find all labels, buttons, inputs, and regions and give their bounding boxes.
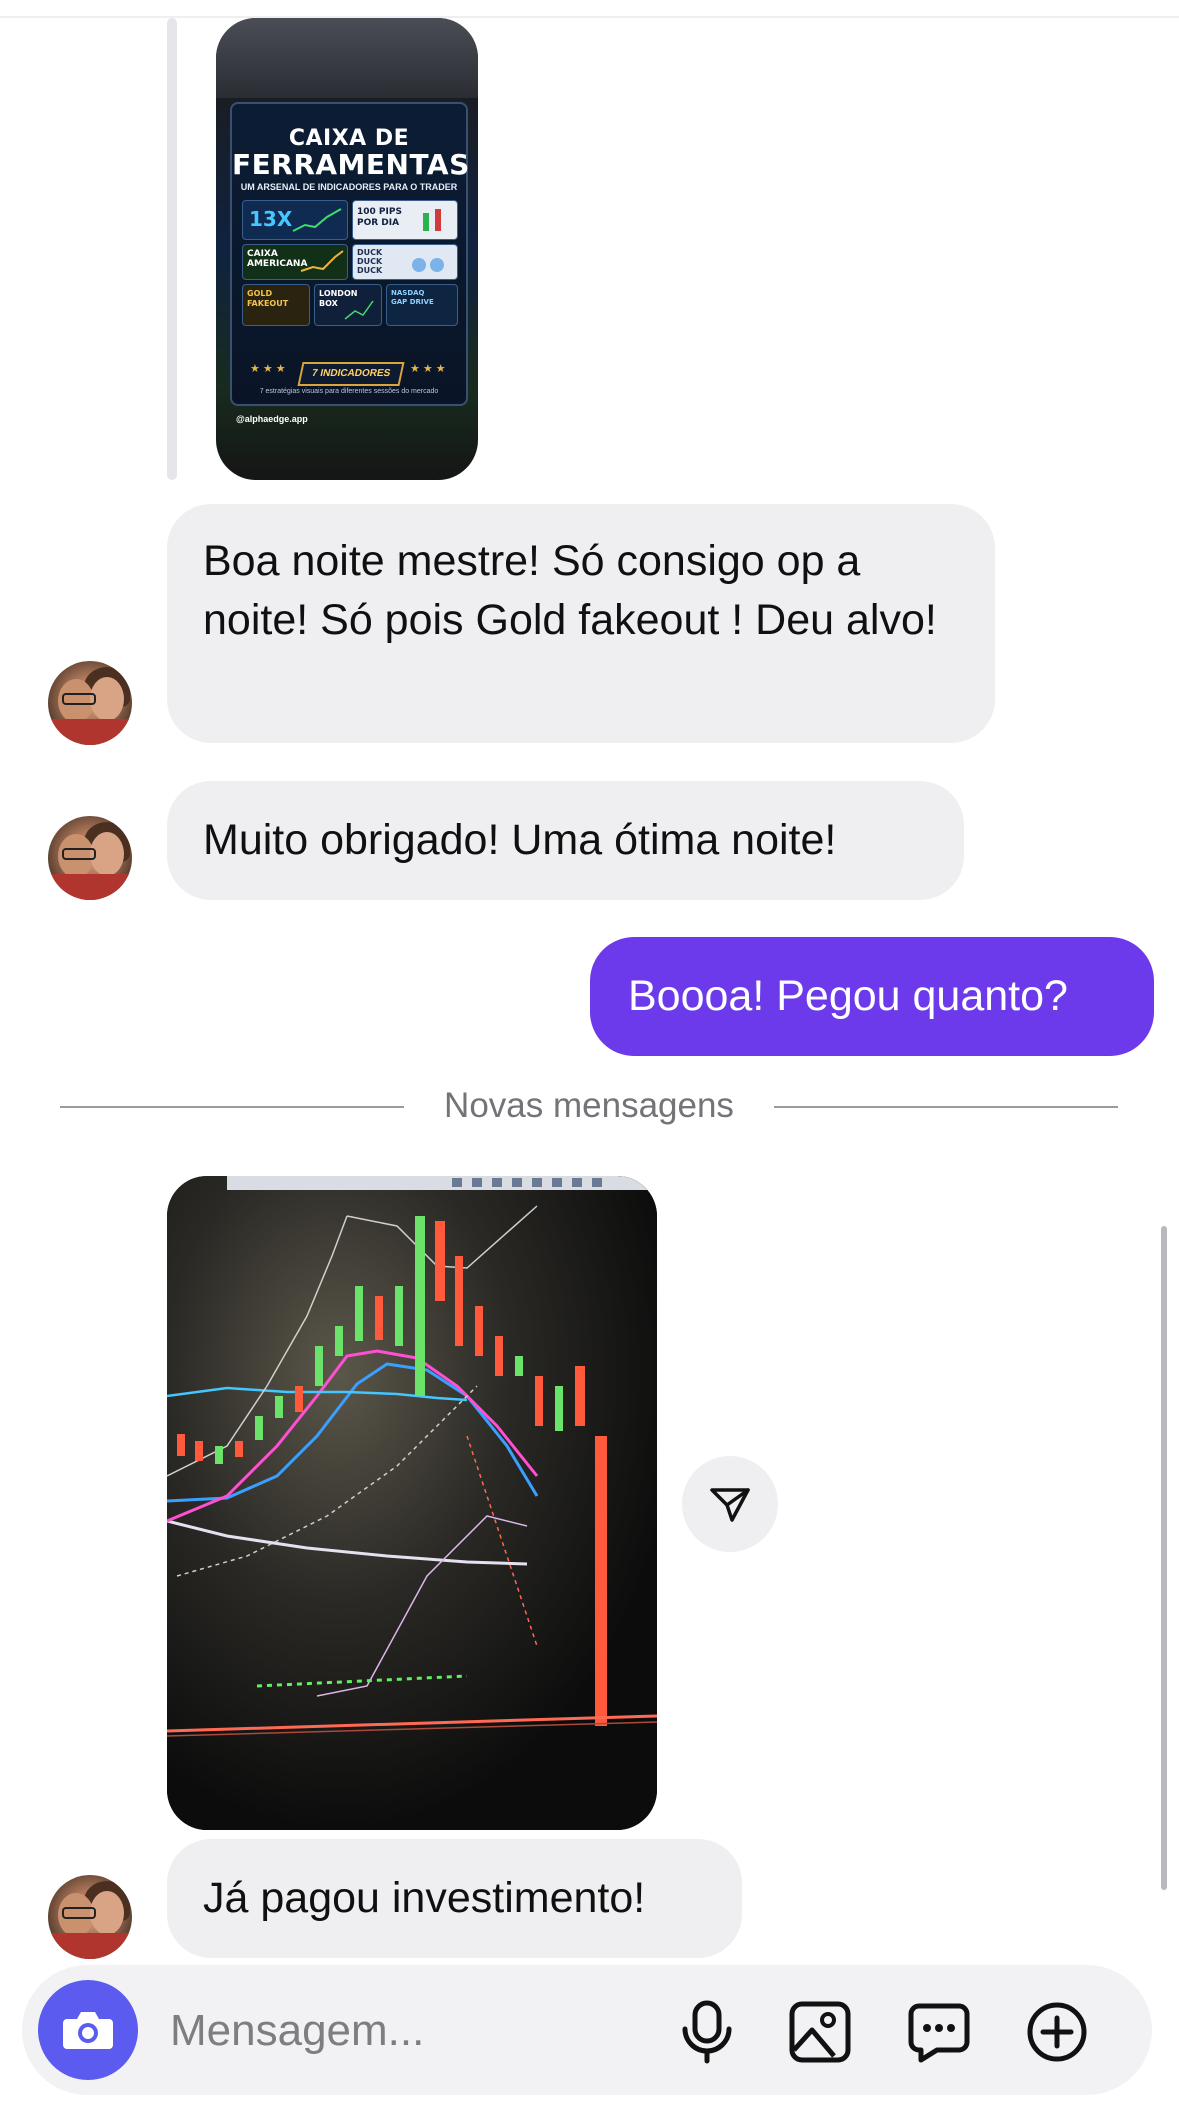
story-title-line2: FERRAMENTAS [232, 148, 470, 181]
stars-right: ★★★ [410, 363, 449, 375]
story-tile-100pips: 100 PIPS POR DIA [352, 200, 458, 240]
story-reply-thumbnail[interactable]: CAIXA DE FERRAMENTAS UM ARSENAL DE INDIC… [216, 18, 478, 480]
story-tile-london-box: LONDON BOX [314, 284, 382, 326]
story-footer: 7 estratégias visuais para diferentes se… [259, 388, 439, 395]
received-message-bubble[interactable]: Muito obrigado! Uma ótima noite! [167, 781, 964, 900]
gallery-icon [789, 2001, 851, 2063]
message-input[interactable] [168, 1995, 672, 2067]
contact-avatar[interactable] [48, 661, 132, 745]
message-composer [22, 1965, 1152, 2095]
story-tile-duck: DUCK DUCK DUCK [352, 244, 458, 280]
story-tile-nasdaq: NASDAQ GAP DRIVE [386, 284, 458, 326]
received-photo-trading-chart[interactable] [167, 1176, 657, 1830]
share-button[interactable] [682, 1456, 778, 1552]
new-messages-divider-right [774, 1106, 1118, 1108]
camera-button[interactable] [38, 1980, 138, 2080]
received-message-bubble[interactable]: Já pagou investimento! [167, 1839, 742, 1958]
story-tile-13x: 13X [242, 200, 348, 240]
story-tile-gold-fakeout: GOLD FAKEOUT [242, 284, 310, 326]
trading-chart-photo-content [167, 1176, 657, 1830]
reply-indicator-bar [167, 18, 177, 480]
story-subtitle: UM ARSENAL DE INDICADORES PARA O TRADER [240, 182, 458, 192]
new-messages-divider-label: Novas mensagens [444, 1086, 734, 1125]
story-blur-header [216, 18, 478, 98]
contact-avatar[interactable] [48, 1875, 132, 1959]
story-tile-caixa-americana: CAIXA AMERICANA [242, 244, 348, 280]
paper-plane-icon [710, 1488, 750, 1522]
plus-icon [1027, 2002, 1087, 2062]
add-button[interactable] [1022, 1997, 1092, 2067]
microphone-icon [682, 2000, 732, 2064]
received-message-bubble[interactable]: Boa noite mestre! Só consigo op a noite!… [167, 504, 995, 743]
camera-icon [63, 2012, 113, 2049]
story-toolbox-graphic: CAIXA DE FERRAMENTAS UM ARSENAL DE INDIC… [230, 102, 470, 406]
sent-message-bubble[interactable]: Boooa! Pegou quanto? [590, 937, 1154, 1056]
header-divider [0, 16, 1179, 18]
sticker-button[interactable] [904, 1997, 974, 2067]
sticker-icon [908, 2003, 970, 2063]
new-messages-divider-left [60, 1106, 404, 1108]
story-badge: 7 INDICADORES [297, 362, 405, 386]
gallery-button[interactable] [785, 1997, 855, 2067]
story-handle: @alphaedge.app [236, 414, 308, 424]
stars-left: ★★★ [250, 363, 289, 375]
microphone-button[interactable] [672, 1997, 742, 2067]
contact-avatar[interactable] [48, 816, 132, 900]
scrollbar[interactable] [1161, 1226, 1167, 1890]
